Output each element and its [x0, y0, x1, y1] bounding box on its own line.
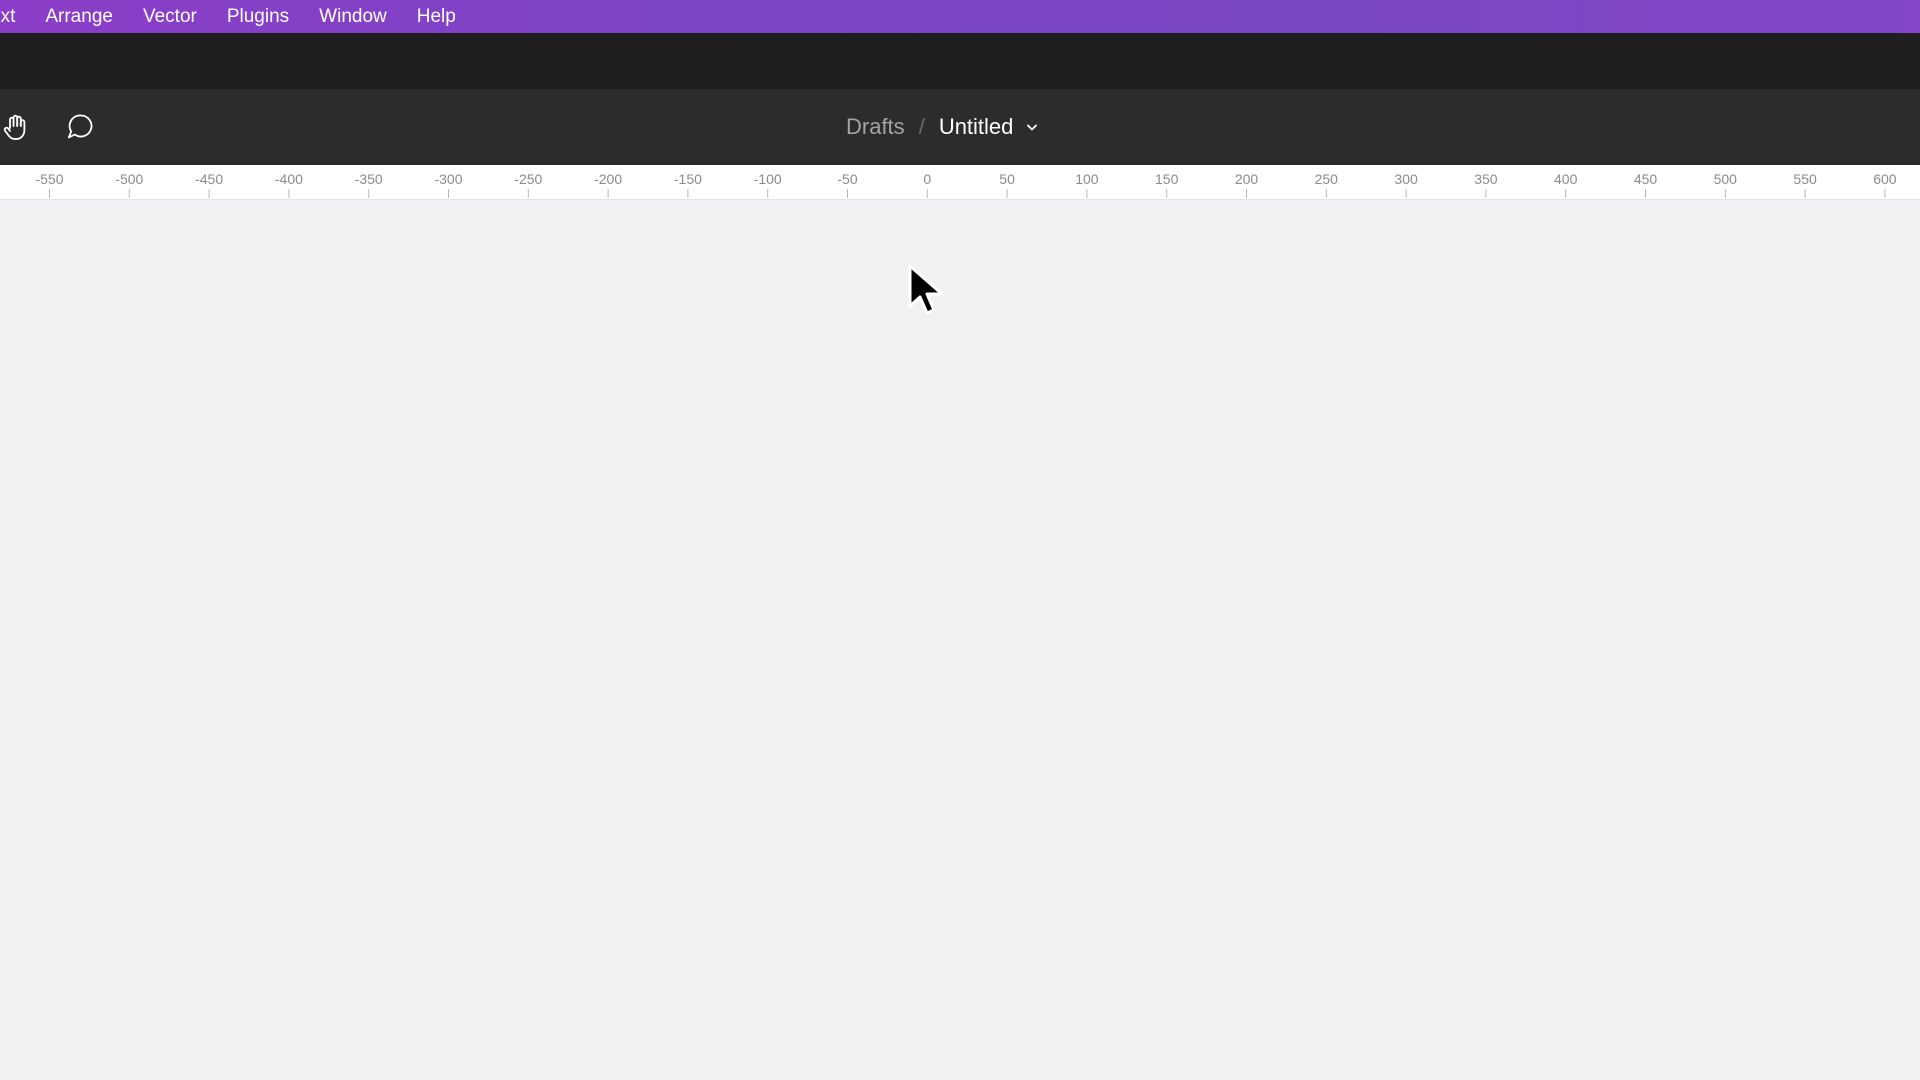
ruler-label: -400 [275, 171, 303, 187]
ruler-label: 300 [1394, 171, 1418, 187]
horizontal-ruler: -550 -500 -450 -400 -350 -300 -250 -200 -150 -100… [0, 165, 1920, 200]
menu-window[interactable]: Window [319, 6, 387, 28]
ruler-label: 100 [1075, 171, 1099, 187]
ruler-label: -100 [754, 171, 782, 187]
app-menubar: ext Arrange Vector Plugins Window Help [0, 0, 1920, 33]
file-menu-button[interactable] [1025, 122, 1039, 132]
ruler-label: -350 [355, 171, 383, 187]
hand-icon [3, 114, 26, 140]
comment-icon [67, 114, 93, 139]
ruler-label: -500 [115, 171, 143, 187]
ruler-label: 550 [1793, 171, 1817, 187]
ruler-label: 450 [1634, 171, 1658, 187]
tab-bar [0, 33, 1920, 89]
ruler-label: 150 [1155, 171, 1179, 187]
ruler-label: -550 [35, 171, 63, 187]
ruler-label: 200 [1235, 171, 1259, 187]
mouse-cursor-icon [908, 264, 944, 315]
hand-tool-button[interactable] [0, 109, 34, 145]
ruler-label: 500 [1714, 171, 1738, 187]
chevron-down-icon [1027, 124, 1038, 131]
ruler-scale: -550 -500 -450 -400 -350 -300 -250 -200 -150 -100… [35, 171, 1897, 198]
file-breadcrumb: Drafts / Untitled [846, 89, 1039, 165]
ruler-label: 50 [999, 171, 1015, 187]
ruler-label: -50 [837, 171, 857, 187]
ruler-label: -200 [594, 171, 622, 187]
ruler-label: -150 [674, 171, 702, 187]
ruler-label: -250 [514, 171, 542, 187]
ruler-label: 0 [923, 171, 931, 187]
ruler-label: 600 [1873, 171, 1897, 187]
comment-tool-button[interactable] [62, 109, 98, 145]
breadcrumb-drafts[interactable]: Drafts [846, 114, 905, 140]
design-canvas[interactable] [0, 200, 1920, 1080]
breadcrumb-separator: / [918, 114, 925, 139]
menu-plugins[interactable]: Plugins [227, 6, 289, 28]
menu-help[interactable]: Help [417, 6, 456, 28]
ruler-label: 250 [1315, 171, 1339, 187]
menu-vector[interactable]: Vector [143, 6, 197, 28]
ruler-label: 400 [1554, 171, 1578, 187]
ruler-label: 350 [1474, 171, 1498, 187]
file-title[interactable]: Untitled [939, 114, 1014, 140]
menu-text[interactable]: ext [0, 6, 15, 28]
menu-arrange[interactable]: Arrange [45, 6, 113, 28]
ruler-label: -300 [434, 171, 462, 187]
toolbar: Drafts / Untitled [0, 89, 1920, 165]
ruler-label: -450 [195, 171, 223, 187]
